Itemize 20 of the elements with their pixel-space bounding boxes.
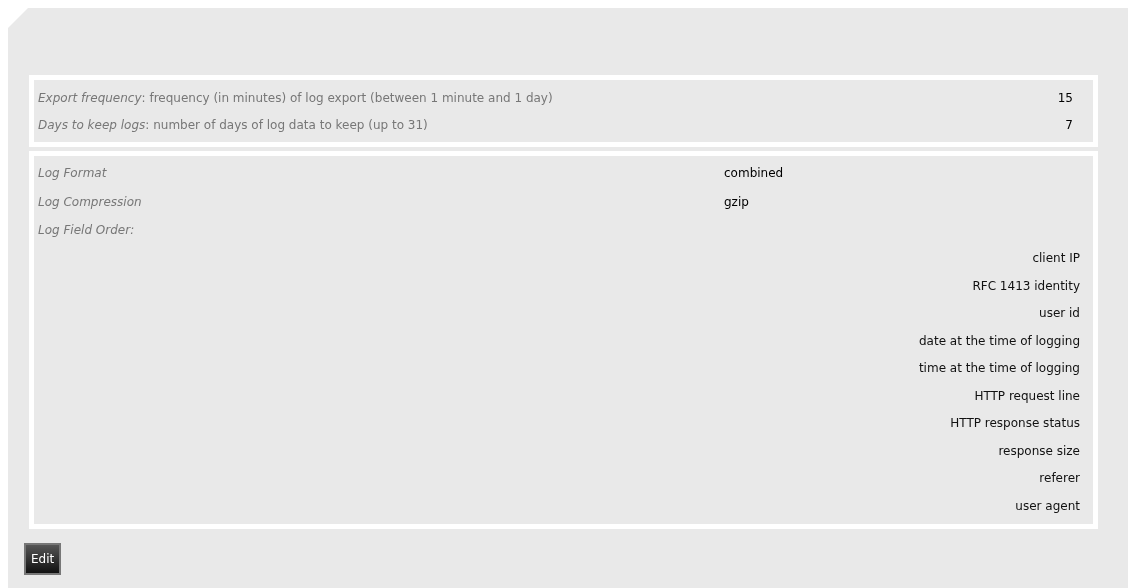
setting-value: combined	[724, 166, 784, 181]
field-name: HTTP response status	[950, 416, 1080, 431]
field-name: referer	[1039, 471, 1080, 486]
setting-label: Log Format	[38, 166, 108, 181]
setting-label: Log Field Order:	[38, 223, 136, 238]
field-name: date at the time of logging	[918, 333, 1080, 348]
field-name: RFC 1413 identity	[972, 278, 1080, 293]
field-name: HTTP request line	[974, 388, 1080, 403]
field-name: client IP	[1032, 251, 1080, 266]
setting-description: Days to keep logs: number of days of log data to keep (up to 31)	[38, 117, 428, 132]
setting-label: Log Compression	[38, 194, 143, 209]
field-name: time at the time of logging	[918, 361, 1080, 376]
setting-value: 7	[1065, 117, 1073, 132]
field-name: user id	[1039, 306, 1080, 321]
field-name: response size	[998, 443, 1080, 458]
setting-description: Export frequency: frequency (in minutes) of log export (between 1 minute and 1 day)	[38, 90, 553, 105]
edit-button[interactable]: Edit	[24, 542, 62, 575]
setting-value: 15	[1057, 90, 1073, 105]
setting-value: gzip	[724, 194, 749, 209]
field-name: user agent	[1015, 498, 1080, 513]
